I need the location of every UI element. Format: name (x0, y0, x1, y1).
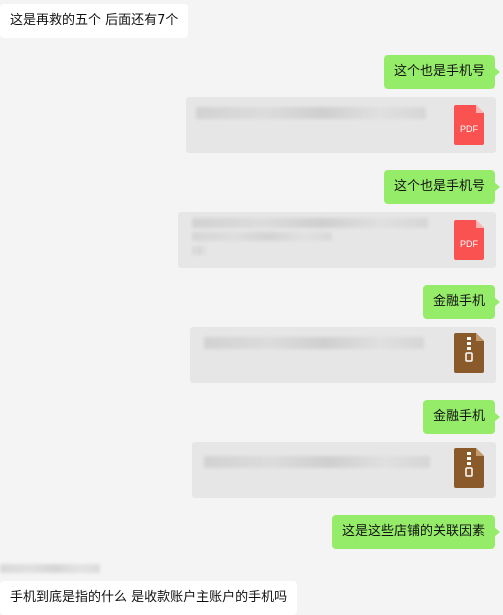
outgoing-message[interactable]: 这个也是手机号 (383, 170, 501, 204)
file-name-redacted (196, 107, 426, 119)
outgoing-message[interactable]: 金融手机 (422, 285, 501, 319)
sender-name-redacted (0, 564, 100, 573)
file-message-zip[interactable] (192, 442, 496, 498)
incoming-message[interactable]: 这是再救的五个 后面还有7个 (0, 4, 189, 38)
file-size-redacted (192, 246, 206, 255)
outgoing-message[interactable]: 这个也是手机号 (383, 55, 501, 89)
outgoing-message[interactable]: 这是这些店铺的关联因素 (331, 515, 501, 549)
pdf-icon-label: PDF (460, 239, 478, 249)
file-name-redacted (204, 337, 424, 349)
zip-file-icon (454, 333, 484, 373)
file-name-redacted (192, 218, 428, 228)
file-name-redacted-line (192, 232, 332, 241)
outgoing-message[interactable]: 金融手机 (422, 400, 501, 434)
zip-file-icon (454, 448, 484, 488)
file-message-zip[interactable] (190, 327, 496, 383)
file-name-redacted (204, 456, 430, 468)
file-message-pdf[interactable]: PDF (178, 212, 496, 268)
file-message-pdf[interactable]: PDF (186, 97, 496, 153)
incoming-message[interactable]: 手机到底是指的什么 是收款账户主账户的手机吗 (0, 581, 298, 615)
pdf-icon-label: PDF (460, 124, 478, 134)
